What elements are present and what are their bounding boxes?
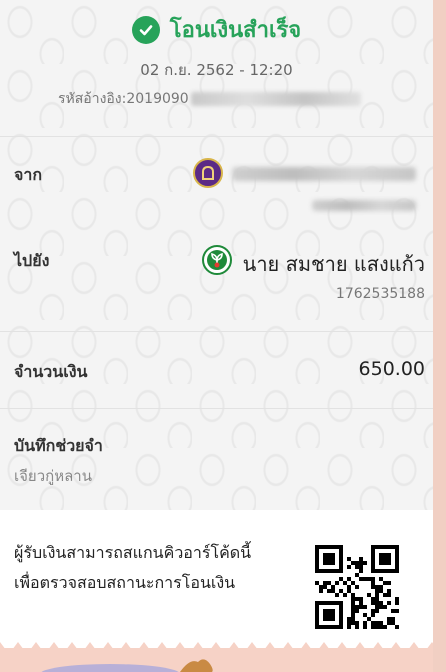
check-icon xyxy=(131,15,160,44)
divider xyxy=(0,136,433,137)
slip-header: โอนเงินสำเร็จ 02 ก.ย. 2562 - 12:20 รหัสอ… xyxy=(0,0,433,136)
footer-decoration xyxy=(41,659,213,672)
qr-note-line1: ผู้รับเงินสามารถสแกนคิวอาร์โค้ดนี้ xyxy=(14,543,252,562)
divider xyxy=(0,331,433,332)
reference-row: รหัสอ้างอิง: 2019090 xyxy=(58,88,361,110)
qr-code-icon[interactable] xyxy=(315,545,399,629)
divider xyxy=(0,408,433,409)
recipient-name: นาย สมชาย แสงแก้ว xyxy=(242,252,425,276)
qr-note-line2: เพื่อตรวจสอบสถานะการโอนเงิน xyxy=(14,573,236,592)
bank-logo-icon xyxy=(193,158,223,188)
from-label: จาก xyxy=(14,165,43,184)
memo-value: เจียวกู่หลาน xyxy=(14,467,92,485)
status-text: โอนเงินสำเร็จ xyxy=(169,18,302,43)
memo-label: บันทึกช่วยจำ xyxy=(14,436,103,455)
status-row: โอนเงินสำเร็จ xyxy=(0,12,433,47)
reference-value: 2019090 xyxy=(126,91,189,107)
from-name-blur xyxy=(232,167,416,181)
reference-blur xyxy=(190,92,361,106)
amount-value: 650.00 xyxy=(358,358,425,380)
to-label: ไปยัง xyxy=(14,251,50,270)
kbank-logo-icon xyxy=(202,245,232,275)
slip-edge xyxy=(433,0,446,672)
amount-label: จำนวนเงิน xyxy=(14,362,88,381)
from-account-blur xyxy=(312,200,416,211)
reference-label: รหัสอ้างอิง: xyxy=(58,91,127,107)
transfer-datetime: 02 ก.ย. 2562 - 12:20 xyxy=(140,61,293,79)
recipient-account: 1762535188 xyxy=(335,286,425,302)
